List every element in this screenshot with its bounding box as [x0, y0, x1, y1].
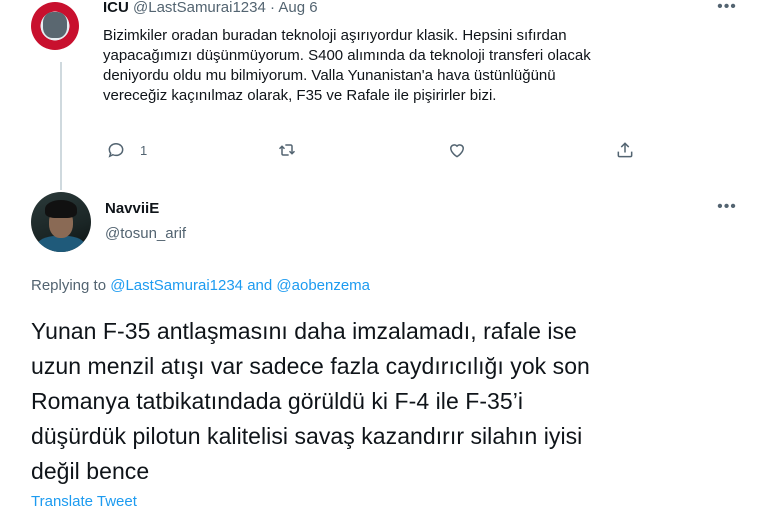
- like-button[interactable]: [447, 140, 467, 160]
- avatar-figure-icon: [43, 12, 67, 38]
- author-display-name[interactable]: NavviiE: [105, 199, 159, 219]
- translate-tweet-link[interactable]: Translate Tweet: [31, 492, 137, 512]
- replying-to-line: Replying to @LastSamurai1234 and @aobenz…: [31, 276, 370, 296]
- author-avatar[interactable]: [31, 192, 91, 252]
- replying-and[interactable]: and: [247, 277, 272, 294]
- replying-prefix: Replying to: [31, 277, 107, 294]
- parent-handle[interactable]: @LastSamurai1234: [133, 0, 266, 16]
- reply-icon: [108, 142, 124, 158]
- parent-date[interactable]: Aug 6: [278, 0, 317, 16]
- main-text-line: düşürdük pilotun kalitelisi savaş kazand…: [31, 423, 583, 449]
- retweet-icon: [278, 144, 296, 156]
- share-button[interactable]: [615, 140, 635, 160]
- main-text-line: Romanya tatbikatındada görüldü ki F-4 il…: [31, 388, 524, 414]
- replying-user-link[interactable]: @aobenzema: [276, 277, 370, 294]
- parent-avatar[interactable]: [31, 2, 79, 50]
- retweet-button[interactable]: [277, 140, 297, 160]
- parent-tweet-text: Bizimkiler oradan buradan teknoloji aşır…: [103, 26, 723, 106]
- parent-text-line: deniyordu oldu mu bilmiyorum. Valla Yuna…: [103, 67, 556, 84]
- parent-text-line: vereceğiz kaçınılmaz olarak, F35 ve Rafa…: [103, 87, 497, 104]
- heart-icon: [449, 144, 465, 158]
- main-text-line: uzun menzil atışı var sadece fazla caydı…: [31, 353, 590, 379]
- replying-user-link[interactable]: @LastSamurai1234: [110, 277, 243, 294]
- reply-button[interactable]: 1: [106, 140, 147, 160]
- parent-tweet-header: ICU @LastSamurai1234 · Aug 6: [103, 0, 318, 18]
- main-more-icon[interactable]: •••: [717, 199, 737, 220]
- parent-more-icon[interactable]: •••: [717, 0, 737, 20]
- share-icon: [617, 142, 633, 158]
- avatar-hair: [45, 200, 77, 218]
- header-separator: ·: [270, 0, 275, 16]
- avatar-shirt: [37, 236, 85, 252]
- parent-text-line: Bizimkiler oradan buradan teknoloji aşır…: [103, 27, 567, 44]
- reply-count: 1: [140, 142, 148, 158]
- author-handle[interactable]: @tosun_arif: [105, 224, 186, 244]
- main-text-line: değil bence: [31, 458, 150, 484]
- main-text-line: Yunan F-35 antlaşmasını daha imzalamadı,…: [31, 318, 577, 344]
- parent-display-name[interactable]: ICU: [103, 0, 129, 16]
- parent-text-line: yapacağımızı düşünmüyorum. S400 alımında…: [103, 47, 591, 64]
- main-tweet-text: Yunan F-35 antlaşmasını daha imzalamadı,…: [31, 314, 731, 489]
- thread-connector-line: [60, 62, 62, 190]
